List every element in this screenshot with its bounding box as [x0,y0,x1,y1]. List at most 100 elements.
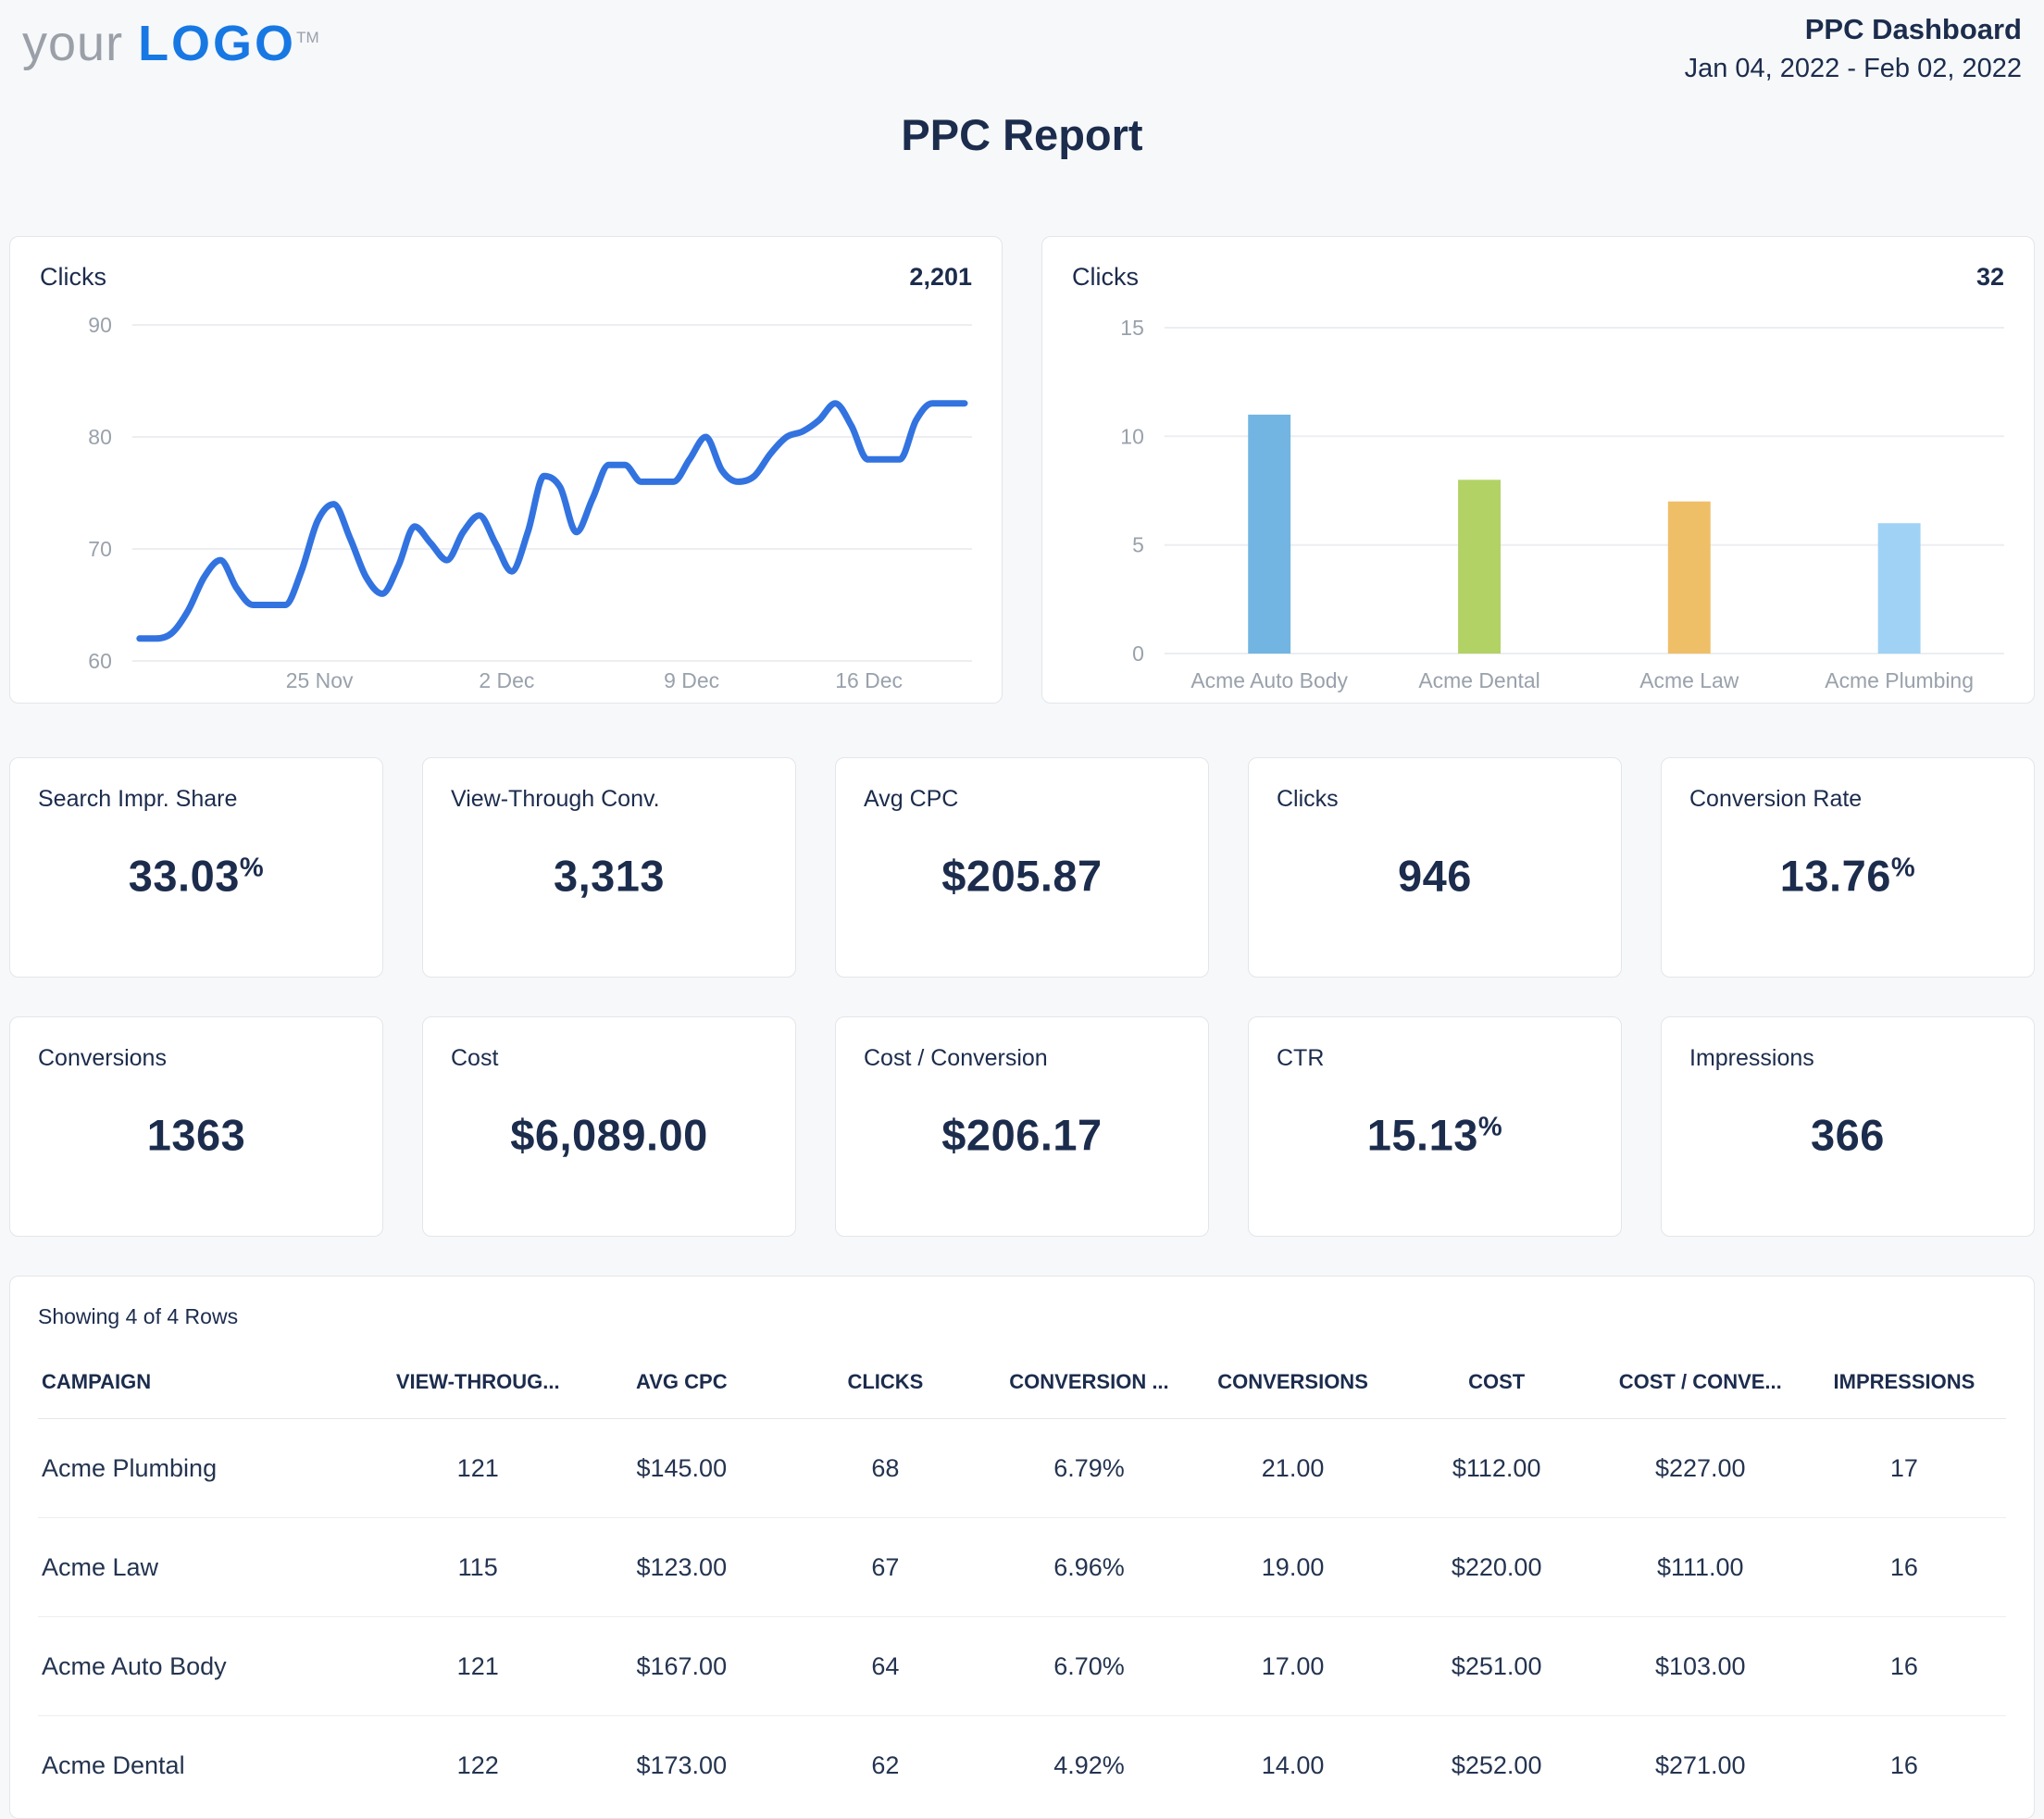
campaign-cell: Acme Plumbing [38,1419,376,1518]
table-cell: $103.00 [1599,1617,1802,1716]
table-header-row: CAMPAIGNVIEW-THROUG...AVG CPCCLICKS CONVE… [38,1370,2006,1419]
column-header: VIEW-THROUG... [376,1370,580,1419]
page-title: PPC Report [0,111,2044,159]
kpi-value-suffix: % [1478,1112,1502,1141]
kpi-value: 3,313 [423,850,795,901]
bar-category-label: Acme Plumbing [1825,668,1974,692]
y-axis-tick-label: 10 [1120,424,1144,448]
table-row: Acme Law115$123.00676.96%19.00$220.00$11… [38,1518,2006,1617]
kpi-label: Avg CPC [864,786,1180,813]
campaign-cell: Acme Law [38,1518,376,1617]
line-series [140,404,965,639]
kpi-value-number: 13.76 [1780,851,1891,900]
kpi-value: $6,089.00 [423,1109,795,1160]
kpi-row-1: Search Impr. Share 33.03% View-Through Con… [9,757,2035,978]
clicks-line-chart-card: Clicks 2,201 6070809025 Nov2 Dec9 Dec16 … [9,236,1003,704]
table-cell: 14.00 [1191,1716,1395,1815]
table-row: Acme Plumbing121$145.00686.79%21.00$112.… [38,1419,2006,1518]
table-cell: 16 [1802,1617,2006,1716]
x-axis-tick-label: 9 Dec [664,668,719,692]
kpi-card: Cost $6,089.00 [422,1016,796,1237]
table-cell: 17.00 [1191,1617,1395,1716]
kpi-value: 15.13% [1249,1109,1621,1160]
x-axis-tick-label: 2 Dec [479,668,534,692]
kpi-label: Search Impr. Share [38,786,355,813]
table-cell: $227.00 [1599,1419,1802,1518]
kpi-value-number: $6,089.00 [510,1110,708,1159]
bar [1248,415,1290,654]
kpi-value-suffix: % [1891,853,1915,882]
kpi-card: View-Through Conv. 3,313 [422,757,796,978]
table-cell: $111.00 [1599,1518,1802,1617]
kpi-label: Conversion Rate [1689,786,2006,813]
table-cell: $112.00 [1395,1419,1599,1518]
dashboard-title: PPC Dashboard [1685,13,2022,46]
table-cell: 16 [1802,1716,2006,1815]
kpi-label: Cost [451,1045,767,1072]
kpi-value-number: 3,313 [554,851,665,900]
table-cell: 67 [783,1518,987,1617]
column-header: COST [1395,1370,1599,1419]
kpi-card: Avg CPC$205.87 [835,757,1209,978]
column-header: CAMPAIGN [38,1370,376,1419]
table-row: Acme Dental122$173.00624.92%14.00$252.00… [38,1716,2006,1815]
header: your LOGOTM PPC Dashboard Jan 04, 2022 -… [0,0,2044,102]
campaign-table-card: Showing 4 of 4 Rows CAMPAIGNVIEW-THROUG.… [9,1276,2035,1819]
table-cell: 21.00 [1191,1419,1395,1518]
table-cell: 6.96% [987,1518,1190,1617]
column-header: CONVERSIONS [1191,1370,1395,1419]
y-axis-tick-label: 15 [1120,316,1144,340]
kpi-card: Conversion Rate 13.76% [1661,757,2035,978]
chart-title: Clicks [1072,263,1139,292]
table-cell: 6.70% [987,1617,1190,1716]
table-cell: 122 [376,1716,580,1815]
y-axis-tick-label: 60 [88,649,112,673]
showing-rows-text: Showing 4 of 4 Rows [38,1304,2006,1329]
kpi-label: CTR [1277,1045,1593,1072]
ppc-report-page: { "header": { "logo_part1": "your", "log… [0,0,2044,1814]
date-range: Jan 04, 2022 - Feb 02, 2022 [1685,54,2022,84]
company-logo: your LOGOTM [22,9,319,72]
kpi-value: 946 [1249,850,1621,901]
kpi-card: Search Impr. Share33.03% [9,757,383,978]
bar-category-label: Acme Dental [1418,668,1539,692]
logo-your-text: your [22,16,123,71]
table-cell: $220.00 [1395,1518,1599,1617]
y-axis-tick-label: 0 [1132,642,1144,666]
charts-row: Clicks 2,201 6070809025 Nov2 Dec9 Dec16 … [9,236,2035,704]
column-header: CLICKS [783,1370,987,1419]
kpi-value-number: 15.13 [1367,1110,1478,1159]
kpi-value: 366 [1662,1109,2034,1160]
kpi-card: CTR 15.13% [1248,1016,1622,1237]
header-right: PPC Dashboard Jan 04, 2022 - Feb 02, 202… [1685,9,2022,84]
kpi-card: Cost / Conversion$206.17 [835,1016,1209,1237]
kpi-value: 1363 [10,1109,382,1160]
bar-chart-svg: 051015Acme Auto BodyAcme DentalAcme LawA… [1072,295,2004,693]
table-cell: $251.00 [1395,1617,1599,1716]
kpi-label: View-Through Conv. [451,786,767,813]
y-axis-tick-label: 80 [88,425,112,449]
kpi-value: 13.76% [1662,850,2034,901]
logo-mark-text: LOGO [138,16,296,71]
table-cell: 115 [376,1518,580,1617]
table-cell: $173.00 [580,1716,783,1815]
column-header: AVG CPC [580,1370,783,1419]
chart-header: Clicks 2,201 [40,263,972,292]
table-cell: $252.00 [1395,1716,1599,1815]
table-cell: 68 [783,1419,987,1518]
kpi-label: Impressions [1689,1045,2006,1072]
chart-total-value: 32 [1976,263,2004,292]
table-cell: $145.00 [580,1419,783,1518]
bar-category-label: Acme Law [1639,668,1739,692]
campaign-cell: Acme Auto Body [38,1617,376,1716]
kpi-value-number: 366 [1811,1110,1885,1159]
table-cell: 121 [376,1419,580,1518]
kpi-card: Clicks946 [1248,757,1622,978]
kpi-value-number: 33.03 [129,851,240,900]
table-cell: 19.00 [1191,1518,1395,1617]
kpi-row-2: Conversions1363Cost$6,089.00Cost / Conve… [9,1016,2035,1237]
bar [1668,502,1711,654]
table-cell: 62 [783,1716,987,1815]
chart-title: Clicks [40,263,106,292]
table-cell: $271.00 [1599,1716,1802,1815]
